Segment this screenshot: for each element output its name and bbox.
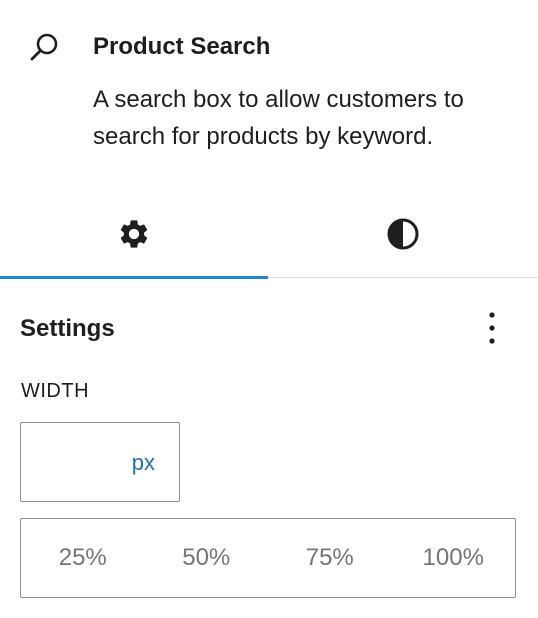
width-unit: px: [131, 450, 155, 475]
block-title: Product Search: [93, 33, 271, 60]
settings-panel-header: Settings: [0, 278, 538, 378]
more-vertical-icon[interactable]: [470, 306, 514, 350]
panel-title: Settings: [20, 315, 115, 342]
width-field[interactable]: px: [20, 422, 180, 502]
tab-settings[interactable]: [0, 190, 268, 279]
block-card: Product Search A search box to allow cus…: [0, 0, 538, 190]
gear-icon: [117, 217, 151, 251]
width-percent-group: 25% 50% 75% 100%: [20, 518, 516, 598]
percent-button-75[interactable]: 75%: [268, 519, 392, 597]
percent-button-25[interactable]: 25%: [21, 519, 145, 597]
width-input[interactable]: [29, 431, 123, 493]
width-label: WIDTH: [21, 380, 90, 402]
inspector-tabs: [0, 190, 538, 279]
search-icon: [28, 30, 62, 64]
contrast-icon: [386, 217, 420, 251]
block-description: A search box to allow customers to searc…: [93, 86, 464, 150]
percent-button-50[interactable]: 50%: [145, 519, 269, 597]
percent-button-100[interactable]: 100%: [392, 519, 516, 597]
tab-styles[interactable]: [268, 190, 538, 278]
